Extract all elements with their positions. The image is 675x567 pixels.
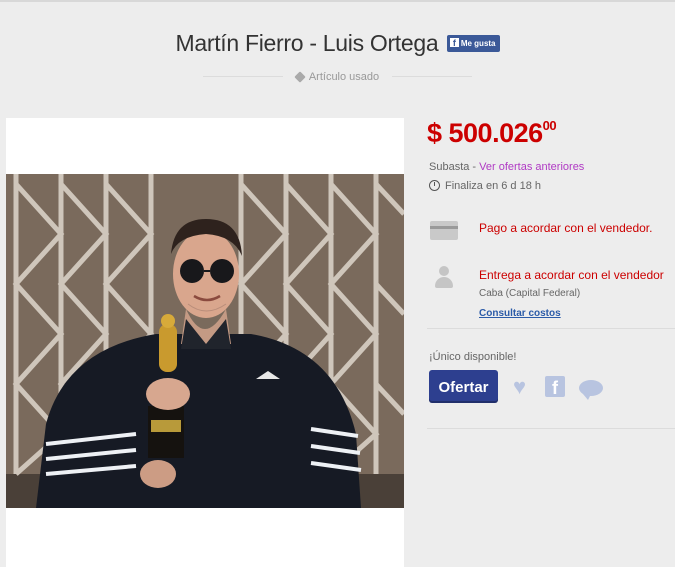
price-cents: 00: [542, 118, 557, 133]
facebook-like-label: Me gusta: [460, 39, 496, 48]
consult-shipping-costs-link[interactable]: Consultar costos: [479, 308, 561, 319]
facebook-like-button[interactable]: f Me gusta: [446, 35, 500, 52]
top-divider: [0, 0, 675, 2]
sale-type: Subasta -: [429, 161, 480, 173]
sale-type-row: Subasta - Ver ofertas anteriores: [429, 161, 584, 173]
price-amount: $ 500.026: [427, 118, 543, 148]
delivery-info: Entrega a acordar con el vendedor: [479, 268, 664, 282]
payment-info: Pago a acordar con el vendedor.: [479, 221, 653, 235]
facebook-share-icon[interactable]: f: [545, 376, 565, 398]
product-photo[interactable]: [6, 174, 404, 508]
person-icon: [435, 266, 453, 288]
ends-row: Finaliza en 6 d 18 h: [429, 180, 541, 192]
facebook-icon: f: [449, 38, 459, 48]
title-row: Martín Fierro - Luis Ortega f Me gusta: [0, 30, 675, 57]
tag-icon: [294, 71, 306, 83]
heart-icon[interactable]: ♥: [513, 376, 526, 398]
condition-label: Artículo usado: [308, 70, 380, 83]
divider: [427, 328, 675, 329]
product-photo-image: [6, 174, 404, 508]
condition-row: Artículo usado: [0, 68, 675, 86]
offer-button[interactable]: Ofertar: [429, 370, 498, 403]
divider: [427, 428, 675, 429]
see-previous-offers-link[interactable]: Ver ofertas anteriores: [479, 161, 584, 173]
speech-bubble-icon[interactable]: [579, 380, 603, 400]
photo-card[interactable]: [6, 118, 404, 567]
price: $ 500.02600: [427, 118, 557, 149]
clock-icon: [429, 180, 440, 191]
ends-in: Finaliza en 6 d 18 h: [445, 180, 542, 192]
divider-line: [391, 76, 472, 78]
seller-location: Caba (Capital Federal): [479, 288, 581, 299]
divider-line: [203, 76, 284, 78]
page-title: Martín Fierro - Luis Ortega: [175, 30, 439, 56]
availability: ¡Único disponible!: [429, 351, 517, 363]
credit-card-icon: [430, 221, 458, 240]
